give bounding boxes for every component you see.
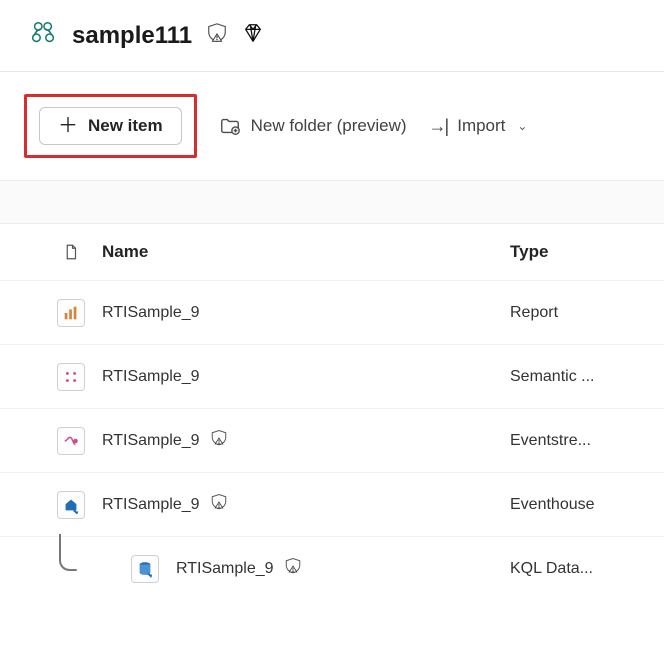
report-icon	[57, 299, 85, 327]
eventstream-icon	[57, 427, 85, 455]
kql-database-icon	[131, 555, 159, 583]
column-header-name[interactable]: Name	[102, 242, 510, 262]
item-name: RTISample_9	[102, 432, 200, 450]
eventhouse-icon	[57, 491, 85, 519]
folder-plus-icon	[219, 115, 241, 137]
sensitivity-warning-icon	[284, 557, 302, 580]
new-item-label: New item	[88, 116, 163, 136]
list-item[interactable]: RTISample_9 Eventstre...	[0, 408, 664, 472]
toolbar: ＋ New item New folder (preview) →| Impor…	[0, 72, 664, 180]
list-item[interactable]: RTISample_9 Eventhouse	[0, 472, 664, 536]
item-name: RTISample_9	[176, 560, 274, 578]
semantic-model-icon	[57, 363, 85, 391]
item-name: RTISample_9	[102, 304, 200, 322]
item-type: KQL Data...	[510, 560, 640, 578]
import-label: Import	[457, 116, 505, 136]
chevron-down-icon: ⌄	[517, 119, 527, 133]
item-name: RTISample_9	[102, 368, 200, 386]
sensitivity-warning-icon	[210, 493, 228, 516]
new-folder-button[interactable]: New folder (preview)	[219, 115, 407, 137]
list-item[interactable]: RTISample_9 Semantic ...	[0, 344, 664, 408]
list-item[interactable]: RTISample_9 Report	[0, 280, 664, 344]
premium-diamond-icon	[242, 22, 264, 49]
file-column-icon	[40, 243, 102, 261]
item-type: Semantic ...	[510, 368, 640, 386]
tutorial-highlight: ＋ New item	[24, 94, 197, 158]
import-button[interactable]: →| Import ⌄	[429, 116, 528, 137]
item-list: Name Type RTISample_9 Report RTISample_9…	[0, 224, 664, 600]
plus-icon: ＋	[58, 116, 78, 136]
new-item-button[interactable]: ＋ New item	[39, 107, 182, 145]
column-header-type[interactable]: Type	[510, 242, 640, 262]
item-type: Eventstre...	[510, 432, 640, 450]
filter-band	[0, 180, 664, 224]
sensitivity-warning-icon	[210, 429, 228, 452]
item-type: Eventhouse	[510, 496, 640, 514]
item-type: Report	[510, 304, 640, 322]
list-header-row: Name Type	[0, 224, 664, 280]
workspace-icon	[28, 18, 58, 53]
workspace-title: sample111	[72, 22, 192, 50]
item-name: RTISample_9	[102, 496, 200, 514]
tree-connector-icon	[56, 534, 78, 574]
workspace-header: sample111	[0, 0, 664, 67]
import-arrow-icon: →|	[429, 116, 448, 137]
new-folder-label: New folder (preview)	[251, 116, 407, 136]
sensitivity-warning-icon[interactable]	[206, 22, 228, 49]
list-item[interactable]: RTISample_9 KQL Data...	[0, 536, 664, 600]
